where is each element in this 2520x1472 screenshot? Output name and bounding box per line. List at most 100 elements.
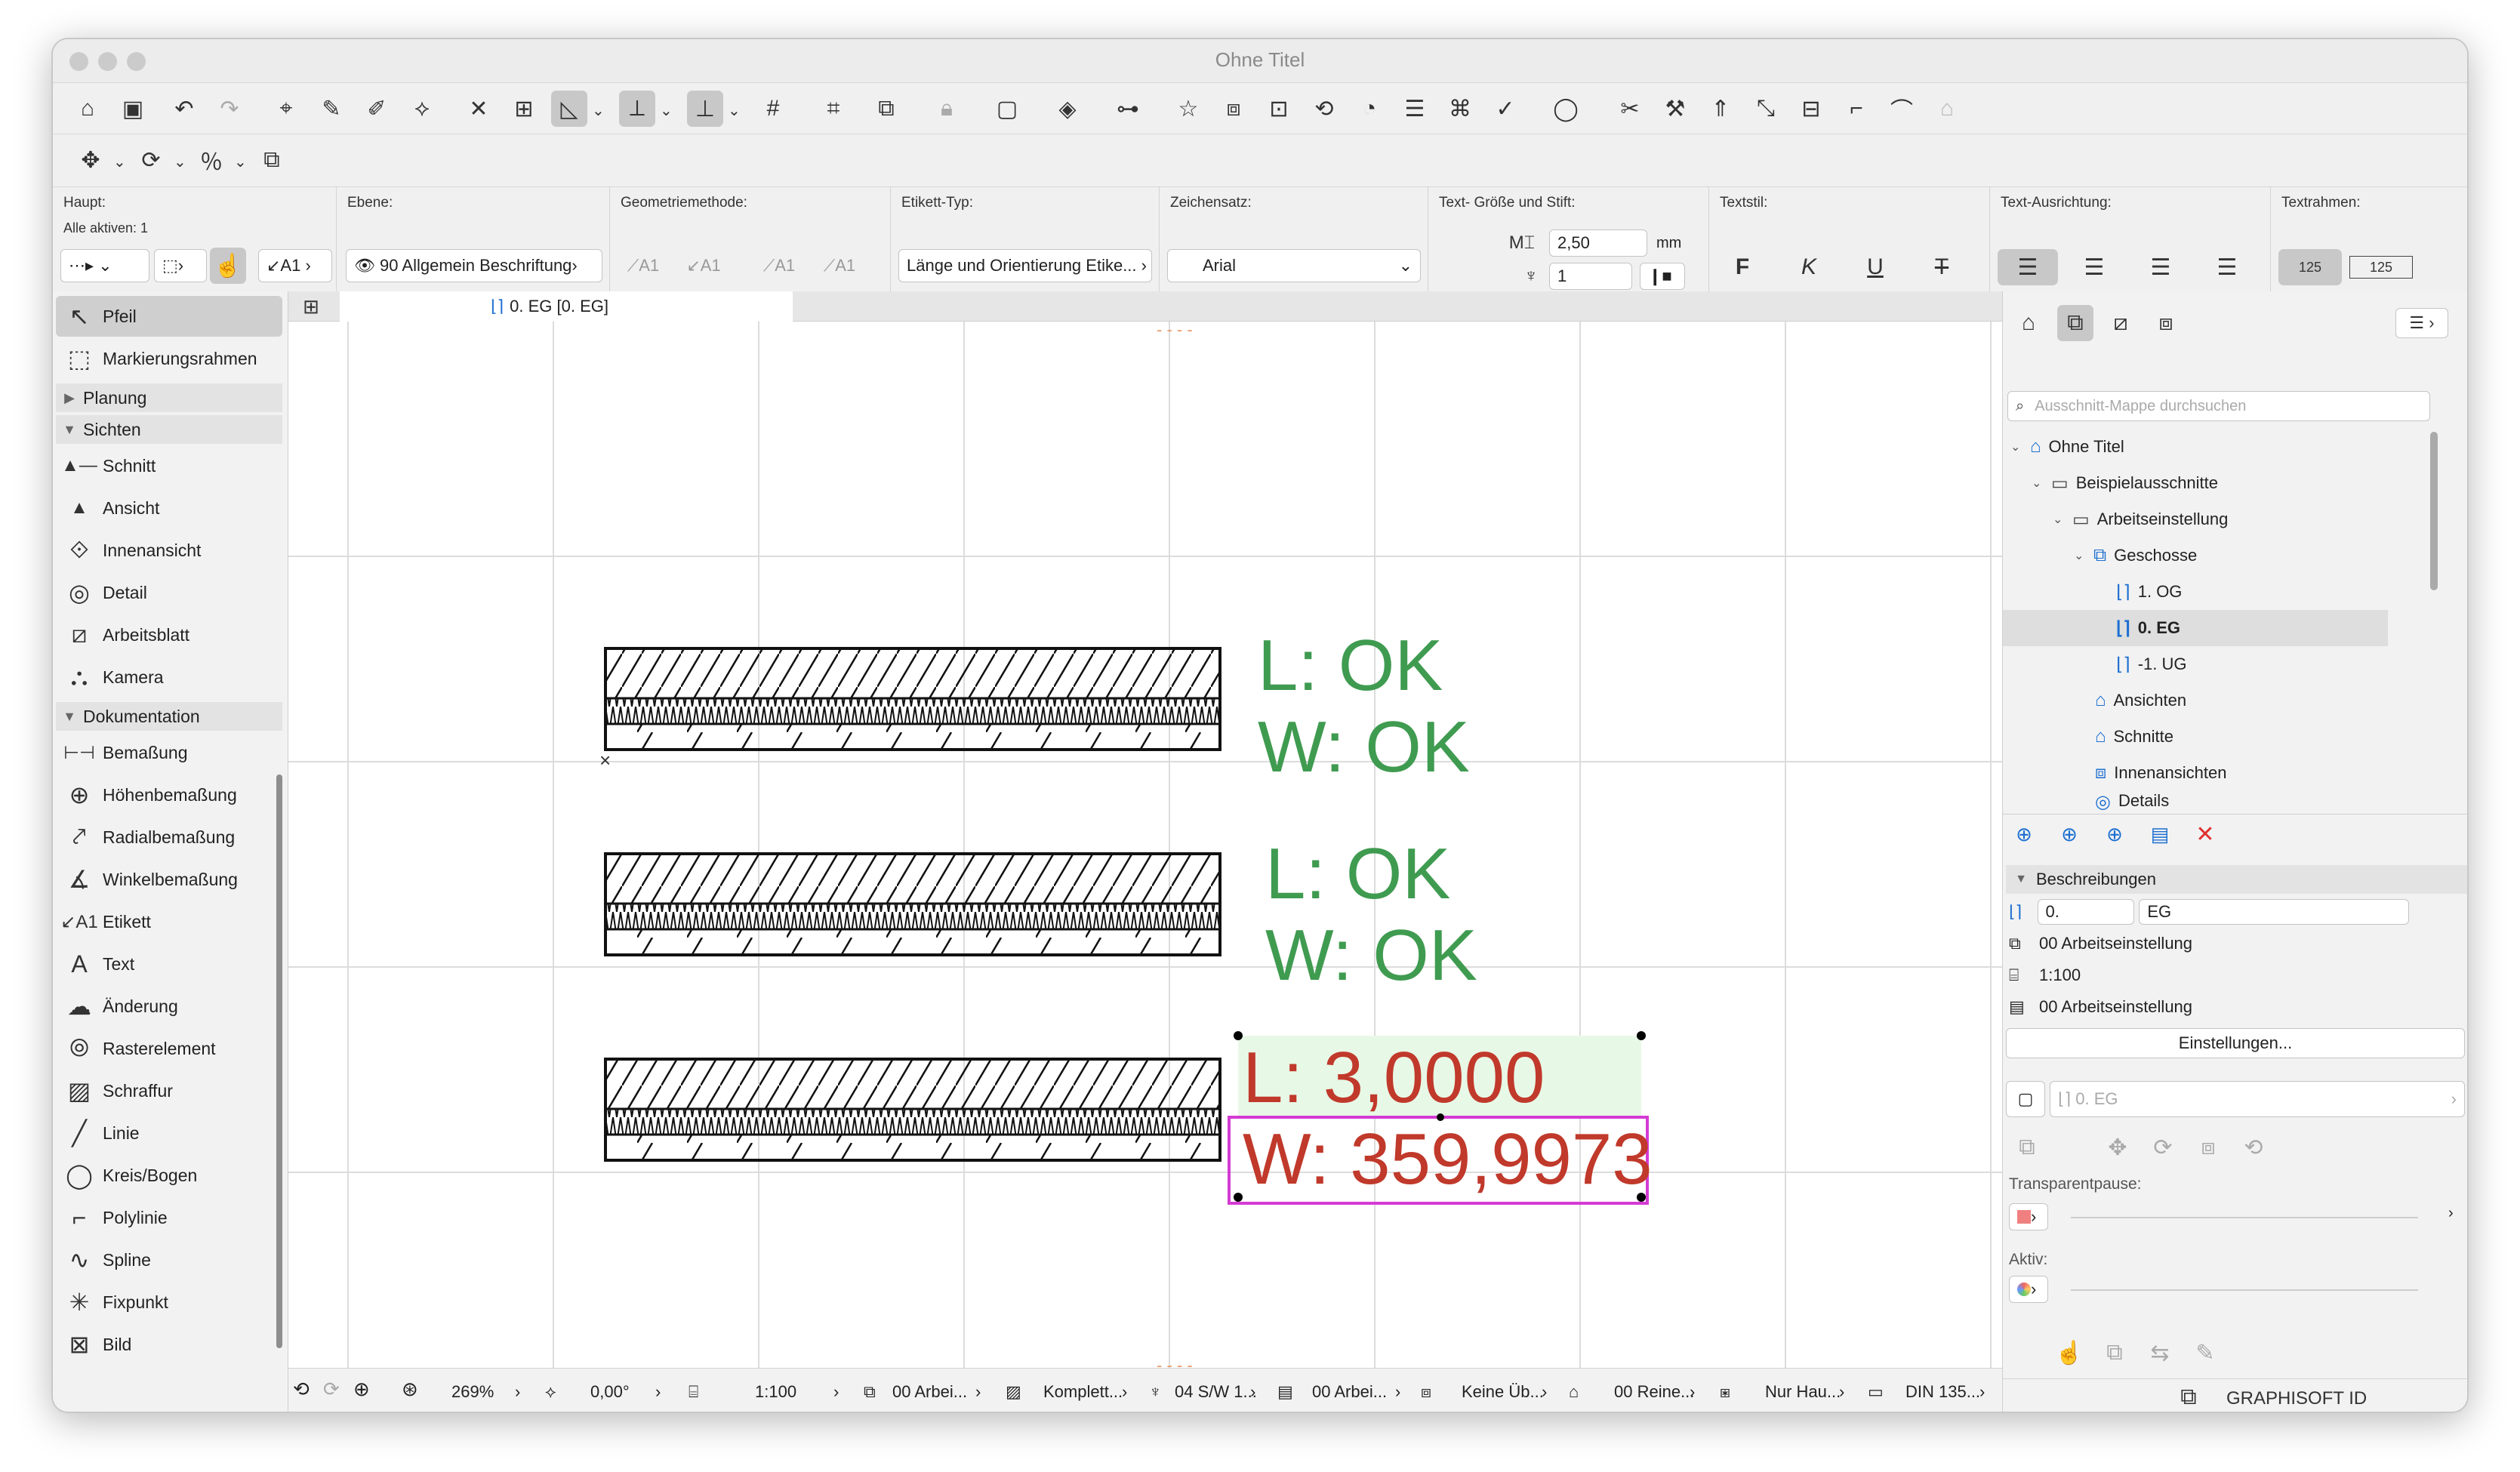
scale-text[interactable]: 1:100 xyxy=(2039,965,2081,985)
graphisoft-id-button[interactable]: GRAPHISOFT ID xyxy=(2226,1390,2367,1408)
align-right-icon[interactable]: ☰ xyxy=(2130,249,2191,285)
angle-value[interactable]: 0,00° xyxy=(590,1382,630,1402)
new-view-icon[interactable]: ⊕ xyxy=(2006,816,2042,852)
renovation-value[interactable]: 00 Reine... xyxy=(1614,1382,1694,1402)
fit-zoom-icon[interactable]: ⊛ xyxy=(402,1378,418,1401)
view-name-input[interactable]: EG xyxy=(2139,899,2409,925)
tree-icon[interactable]: ⊶ xyxy=(1110,91,1146,127)
resize-icon[interactable]: ⤡ xyxy=(1748,91,1784,127)
chevron-right-icon[interactable]: › xyxy=(833,1382,839,1402)
chevron-right-icon[interactable]: › xyxy=(2448,1205,2454,1222)
roof-icon[interactable]: ⌂ xyxy=(1929,91,1965,127)
layer-combination-value[interactable]: 00 Arbei... xyxy=(892,1382,967,1402)
italic-button[interactable]: K xyxy=(1791,249,1827,285)
windows-icon[interactable]: ⧉ xyxy=(2170,1379,2207,1412)
tool-etikett[interactable]: ↙A1 Etikett xyxy=(56,901,282,942)
tree-item-geschosse[interactable]: ⌄ ⧉ Geschosse xyxy=(2003,537,2388,574)
wall-1-length-label[interactable]: L: OK xyxy=(1258,630,1443,702)
tool-text[interactable]: A Text xyxy=(56,944,282,984)
pen-color-swatch[interactable]: ❙■ xyxy=(1640,263,1685,290)
gravity-icon[interactable]: ⊥ xyxy=(687,91,723,127)
trace-icon[interactable]: ⌗ xyxy=(815,91,852,127)
properties-header[interactable]: ▼ Beschreibungen xyxy=(2006,865,2467,894)
chevron-down-icon[interactable]: ⌄ xyxy=(113,152,126,171)
publisher-icon[interactable]: ⧈ xyxy=(2148,305,2184,341)
wall-2-width-label[interactable]: W: OK xyxy=(1265,919,1477,992)
tool-innenansicht[interactable]: ⟐ Innenansicht xyxy=(56,530,282,571)
tool-pfeil[interactable]: ↖ Pfeil xyxy=(56,296,282,337)
layer-dropdown[interactable]: 👁︎ 90 Allgemein Beschriftung › xyxy=(346,249,602,282)
underline-button[interactable]: U xyxy=(1857,249,1893,285)
view-id-input[interactable]: 0. xyxy=(2037,899,2135,925)
scale-snap-icon[interactable]: ⊞ xyxy=(506,91,542,127)
tree-item-arbeitseinstellung[interactable]: ⌄ ▭ Arbeitseinstellung xyxy=(2003,501,2388,537)
chevron-down-icon[interactable]: ⌄ xyxy=(174,152,186,171)
model-view-text[interactable]: 00 Arbeitseinstellung xyxy=(2039,997,2192,1017)
tool-kamera[interactable]: ⛬ Kamera xyxy=(56,657,282,698)
tree-scrollbar[interactable] xyxy=(2430,432,2438,590)
move-icon[interactable]: ✥ xyxy=(72,142,109,178)
tool-arbeitsblatt[interactable]: ⧄ Arbeitsblatt xyxy=(56,614,282,655)
tool-rasterelement[interactable]: ⦾ Rasterelement xyxy=(56,1028,282,1069)
snap-guides-icon[interactable]: ⟂ xyxy=(619,91,655,127)
trace-swap-icon[interactable]: ⇆ xyxy=(2142,1335,2178,1371)
geometry-arrow-icon[interactable]: ↙A1 xyxy=(685,248,722,284)
geometry-straight-icon[interactable]: ⟋A1 xyxy=(625,248,661,284)
tree-item-ohne-titel[interactable]: ⌄ ⌂ Ohne Titel xyxy=(2003,429,2388,465)
tree-item-ansichten[interactable]: ⌂ Ansichten xyxy=(2003,682,2388,719)
view-map-icon[interactable]: ⧉ xyxy=(2057,305,2093,341)
wall-2-length-label[interactable]: L: OK xyxy=(1265,838,1450,910)
geometry-curve-icon[interactable]: ⟋A1 xyxy=(821,248,858,284)
chevron-right-icon[interactable]: › xyxy=(1839,1382,1844,1402)
check-icon[interactable]: ✓ xyxy=(1487,91,1523,127)
fillet-icon[interactable]: ⌒ xyxy=(1884,91,1920,127)
tool-schnitt[interactable]: ▲— Schnitt xyxy=(56,445,282,486)
navigator-search-input[interactable]: ⌕ Ausschnitt-Mappe durchsuchen xyxy=(2007,391,2430,421)
tool-detail[interactable]: ◎ Detail xyxy=(56,572,282,613)
3d-view-icon[interactable]: ◈ xyxy=(1049,91,1086,127)
wall-3-length-label[interactable]: L: 3,0000 xyxy=(1243,1042,1545,1114)
trace-compare-icon[interactable]: ⧉ xyxy=(2096,1335,2133,1371)
guide-lines-icon[interactable]: ◺ xyxy=(551,91,587,127)
text-size-input[interactable]: 2,50 xyxy=(1549,229,1647,257)
selection-selector[interactable]: ⬚› xyxy=(154,249,207,282)
wall-1[interactable]: × xyxy=(599,647,1221,771)
pen-input[interactable]: 1 xyxy=(1549,263,1632,290)
chevron-right-icon[interactable]: › xyxy=(975,1382,981,1402)
mirror-view-icon[interactable]: ⧈ xyxy=(2190,1129,2226,1166)
align-justify-icon[interactable]: ☰ xyxy=(2197,249,2257,285)
strikethrough-button[interactable]: T xyxy=(1924,249,1960,285)
offset-icon[interactable]: ％ xyxy=(193,142,230,178)
trace-slider[interactable] xyxy=(2071,1217,2418,1218)
chevron-down-icon[interactable]: ⌄ xyxy=(660,101,673,120)
tree-item-minus-1-ug[interactable]: ⌊⌉ -1. UG xyxy=(2003,646,2388,682)
tool-aenderung[interactable]: ☁ Änderung xyxy=(56,986,282,1027)
new-folder-icon[interactable]: ⊕ xyxy=(2096,816,2133,852)
active-slider[interactable] xyxy=(2071,1289,2418,1291)
tag-icon[interactable]: ⌘ xyxy=(1442,91,1478,127)
chevron-right-icon[interactable]: › xyxy=(1979,1382,1985,1402)
wall-2[interactable] xyxy=(604,852,1221,956)
hand-icon[interactable]: ☝ xyxy=(210,248,246,284)
label-tool-selector[interactable]: ↙A1 › xyxy=(258,249,332,282)
tool-ansicht[interactable]: ▲ Ansicht xyxy=(56,488,282,528)
scale-value[interactable]: 1:100 xyxy=(755,1382,796,1402)
tool-spline[interactable]: ∿ Spline xyxy=(56,1239,282,1280)
tool-schraffur[interactable]: ▨ Schraffur xyxy=(56,1070,282,1111)
magic-wand-icon[interactable]: ⟡ xyxy=(404,91,440,127)
publish-icon[interactable]: ⟲ xyxy=(1306,91,1342,127)
tree-item-1-og[interactable]: ⌊⌉ 1. OG xyxy=(2003,574,2388,610)
frame-on-button[interactable]: 125 xyxy=(2349,256,2413,279)
view-settings-icon[interactable]: ▤ xyxy=(2142,816,2178,852)
tool-markierungsrahmen[interactable]: ⬚ Markierungsrahmen xyxy=(56,338,282,379)
grid-snap-icon[interactable]: # xyxy=(755,91,791,127)
tool-polylinie[interactable]: ⌐ Polylinie xyxy=(56,1197,282,1238)
rotate-icon[interactable]: ⟳ xyxy=(133,142,169,178)
settings-button[interactable]: Einstellungen... xyxy=(2006,1028,2465,1058)
layer-icon[interactable]: ⧉ xyxy=(868,91,904,127)
design-option-value[interactable]: Nur Hau... xyxy=(1765,1382,1841,1402)
marquee-selector[interactable]: ⋯▸ ⌄ xyxy=(60,249,149,282)
corner-icon[interactable]: ⌐ xyxy=(1838,91,1875,127)
view-icon[interactable]: ▢ xyxy=(989,91,1025,127)
tool-bild[interactable]: ⊠ Bild xyxy=(56,1324,282,1365)
